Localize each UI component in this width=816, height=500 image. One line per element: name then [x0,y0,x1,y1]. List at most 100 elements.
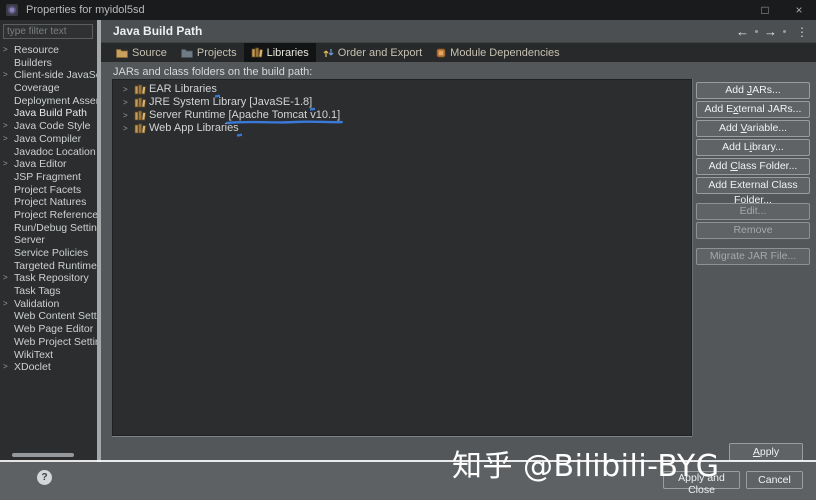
button-mnemonic: A [753,446,760,458]
sidebar-item[interactable]: > Targeted Runtimes [0,260,97,273]
blue-underline-annotation [237,132,242,138]
tab-label: Module Dependencies [450,47,559,59]
sidebar-item[interactable]: > Resource [0,44,97,57]
sidebar-item[interactable]: > Server [0,234,97,247]
button-label: Add [725,84,747,96]
eclipse-app-icon [6,4,18,16]
button-label: Remove [733,224,772,236]
button-label: ARs... [752,84,781,96]
sidebar-item-label: Javadoc Location [14,146,96,158]
button-label: Migrate JAR File... [710,250,796,262]
classpath-entry-label: EAR Libraries [149,83,217,95]
sidebar-item-label: Java Editor [14,158,67,170]
classpath-entry[interactable]: > JRE System Library [JavaSE-1.8] [113,96,691,109]
tab-label: Projects [197,47,237,59]
sidebar-item[interactable]: > Java Compiler [0,133,97,146]
maximize-icon[interactable]: □ [758,0,772,20]
button-label: ternal JARs... [738,103,801,115]
filter-input[interactable] [3,24,93,39]
sidebar-item[interactable]: > Run/Debug Setting [0,222,97,235]
button-label: brary... [752,141,784,153]
properties-dialog: Properties for myidol5sd □ × > Resource … [0,0,816,500]
chevron-right-icon: > [3,69,8,82]
module-icon [436,48,446,58]
tab-order-and-export[interactable]: Order and Export [316,43,429,62]
classpath-list[interactable]: > EAR Libraries > JRE S [112,79,692,436]
chevron-right-icon: > [3,158,8,171]
cancel-button[interactable]: Cancel [746,471,803,489]
classpath-entry[interactable]: > Web App Libraries [113,122,691,135]
window-title: Properties for myidol5sd [26,4,145,16]
classpath-entry[interactable]: > EAR Libraries [113,83,691,96]
close-icon[interactable]: × [792,0,806,20]
sidebar-item[interactable]: > Builders [0,57,97,70]
apply-and-close-button[interactable]: Apply and Close [663,471,740,489]
apply-button[interactable]: Apply [729,443,803,461]
classpath-action-button[interactable]: Add JARs... [696,82,810,99]
sidebar-horizontal-scrollbar[interactable] [12,453,74,457]
sidebar-item[interactable]: > Coverage [0,82,97,95]
sidebar-item[interactable]: > Project Natures [0,196,97,209]
classpath-actions: Add JARs... Add External JARs... Add Var… [696,82,810,267]
chevron-right-icon: > [3,272,8,285]
tab-label: Order and Export [338,47,422,59]
sidebar-item[interactable]: > Task Tags [0,285,97,298]
sidebar-item[interactable]: > Deployment Assem [0,95,97,108]
sidebar-item-label: Web Project Setting [14,336,97,348]
sidebar-item[interactable]: > Project References [0,209,97,222]
button-label: pply [760,446,779,458]
sidebar-item-label: Web Page Editor [14,323,93,335]
build-path-tabs: Source Projects Libraries [101,43,816,62]
page-header: Java Build Path ← → ⋮ [101,20,816,43]
help-icon[interactable]: ? [37,470,52,485]
sidebar-item[interactable]: > Client-side JavaScri [0,69,97,82]
tab-source[interactable]: Source [109,43,174,62]
sidebar-item[interactable]: > Web Page Editor [0,323,97,336]
sidebar-item[interactable]: > Javadoc Location [0,146,97,159]
sidebar-item[interactable]: > XDoclet [0,361,97,374]
sidebar-item[interactable]: > Web Content Settin [0,310,97,323]
sidebar-item[interactable]: > Web Project Setting [0,336,97,349]
sidebar-item[interactable]: > Java Build Path [0,107,97,120]
dialog-footer: ? Apply and Close Cancel [0,462,816,500]
sidebar-item-label: Deployment Assem [14,95,97,107]
view-menu-icon[interactable]: ⋮ [796,25,808,39]
sidebar-item[interactable]: > Java Editor [0,158,97,171]
classpath-action-button[interactable]: Add External Class Folder... [696,177,810,194]
forward-dropdown-dot[interactable] [783,30,786,33]
forward-icon[interactable]: → [764,20,777,43]
back-dropdown-dot[interactable] [755,30,758,33]
chevron-right-icon: > [123,109,128,122]
sidebar-item[interactable]: > Project Facets [0,184,97,197]
tab-projects[interactable]: Projects [174,43,244,62]
back-icon[interactable]: ← [736,20,749,43]
library-books-icon [134,84,146,95]
classpath-action-button[interactable]: Add Class Folder... [696,158,810,175]
page-title: Java Build Path [113,24,202,38]
tab-module-dependencies[interactable]: Module Dependencies [429,43,566,62]
classpath-action-button[interactable]: Add Variable... [696,120,810,137]
classpath-entry[interactable]: > Server Runtime [Apache Tomcat v10.1] [113,109,691,122]
chevron-right-icon: > [3,133,8,146]
sidebar-item[interactable]: > Service Policies [0,247,97,260]
classpath-action-button[interactable]: Add Library... [696,139,810,156]
library-books-icon [134,97,146,108]
sidebar-item[interactable]: > Validation [0,298,97,311]
chevron-right-icon: > [123,83,128,96]
sidebar-item[interactable]: > WikiText [0,349,97,362]
sidebar-item[interactable]: > Task Repository [0,272,97,285]
classpath-action-button[interactable]: Add External JARs... [696,101,810,118]
sidebar-item[interactable]: > JSP Fragment [0,171,97,184]
classpath-action-button[interactable]: Edit... [696,203,810,220]
tab-libraries[interactable]: Libraries [244,43,316,62]
button-label: Add [719,122,741,134]
button-label: Add [709,160,731,172]
sidebar-item[interactable]: > Java Code Style [0,120,97,133]
sidebar-item-label: Project Facets [14,184,81,196]
classpath-action-button[interactable]: Migrate JAR File... [696,248,810,265]
library-books-icon [134,123,146,134]
classpath-action-button[interactable]: Remove [696,222,810,239]
tab-label: Libraries [267,47,309,59]
annotated-text: [Apache Tomcat v10.1] [228,109,340,121]
sidebar-item-label: Task Repository [14,272,89,284]
